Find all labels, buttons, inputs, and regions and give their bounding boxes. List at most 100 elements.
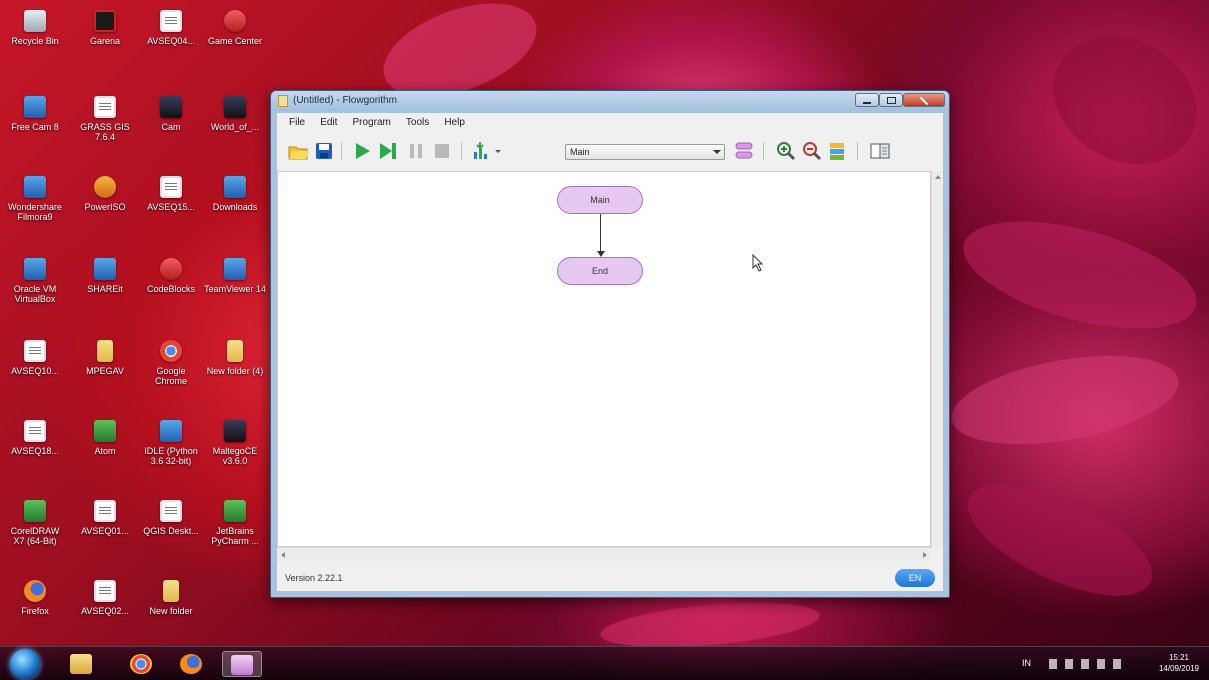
chrome-icon — [130, 654, 152, 674]
maximize-button[interactable] — [879, 93, 903, 107]
flowchart-main-node[interactable]: Main — [557, 186, 643, 214]
desktop-icon-poweriso[interactable]: PowerISO — [74, 176, 136, 212]
menu-edit[interactable]: Edit — [314, 113, 343, 128]
desktop-icon-label: QGIS Deskt... — [143, 526, 199, 536]
maximize-icon — [886, 97, 896, 104]
desktop-icon-pycharm[interactable]: JetBrains PyCharm ... — [204, 500, 266, 546]
folder-icon — [163, 580, 179, 602]
document-icon — [24, 420, 46, 442]
video-editor-icon — [24, 176, 46, 198]
taskbar-flowgorithm[interactable] — [222, 651, 262, 677]
language-button[interactable]: EN — [895, 569, 935, 587]
desktop-icon-virtualbox[interactable]: Oracle VM VirtualBox — [4, 258, 66, 304]
taskbar-chrome[interactable] — [126, 651, 156, 677]
wallpaper-petal — [952, 461, 1168, 619]
toolbar-separator — [461, 142, 462, 160]
folder-icon — [97, 340, 113, 362]
taskbar-firefox[interactable] — [176, 651, 206, 677]
desktop-icon-avseq01[interactable]: AVSEQ01... — [74, 500, 136, 536]
flowchart-canvas[interactable]: Main End — [277, 171, 931, 547]
desktop-icon-avseq10[interactable]: AVSEQ10... — [4, 340, 66, 376]
menu-program[interactable]: Program — [346, 113, 396, 128]
desktop-icon-maltego[interactable]: MaltegoCE v3.6.0 — [204, 420, 266, 466]
vertical-scrollbar[interactable] — [931, 171, 943, 547]
zoom-in-button[interactable] — [775, 140, 797, 162]
close-button[interactable] — [903, 93, 945, 107]
run-button[interactable] — [351, 140, 373, 162]
taskbar-explorer[interactable] — [66, 651, 96, 677]
start-button[interactable] — [10, 649, 40, 679]
share-app-icon — [94, 258, 116, 280]
desktop-icon-free-cam[interactable]: Free Cam 8 — [4, 96, 66, 132]
desktop-icon-new-folder-4[interactable]: New folder (4) — [204, 340, 266, 376]
desktop-icon-new-folder[interactable]: New folder — [140, 580, 202, 616]
variable-watch-dropdown[interactable] — [471, 140, 503, 162]
window-title: (Untitled) - Flowgorithm — [293, 95, 397, 106]
virtualbox-icon — [24, 258, 46, 280]
step-button[interactable] — [377, 140, 399, 162]
desktop-icon-label: AVSEQ04... — [147, 36, 195, 46]
wallpaper-petal — [1030, 10, 1209, 190]
desktop-icon-atom[interactable]: Atom — [74, 420, 136, 456]
desktop-icon-firefox[interactable]: Firefox — [4, 580, 66, 616]
desktop-icon-codeblocks[interactable]: CodeBlocks — [140, 258, 202, 294]
desktop-icon-avseq18[interactable]: AVSEQ18... — [4, 420, 66, 456]
taskbar-clock[interactable]: 15:21 14/09/2019 — [1159, 652, 1199, 674]
desktop-icon-coreldraw[interactable]: CorelDRAW X7 (64-Bit) — [4, 500, 66, 546]
function-select[interactable]: Main — [565, 144, 725, 160]
desktop-icon-avseq02[interactable]: AVSEQ02... — [74, 580, 136, 616]
manage-functions-button[interactable] — [733, 140, 755, 162]
toolbar-separator — [341, 142, 342, 160]
flowgorithm-icon — [231, 655, 253, 675]
desktop-icon-avseq04[interactable]: AVSEQ04... — [140, 10, 202, 46]
toolbar-separator — [857, 142, 858, 160]
menu-file[interactable]: File — [283, 113, 311, 128]
desktop-icon-label: PowerISO — [84, 202, 126, 212]
game-center-icon — [224, 10, 246, 32]
system-tray-icons[interactable] — [1049, 659, 1129, 669]
desktop-icon-grass-gis[interactable]: GRASS GIS 7.6.4 — [74, 96, 136, 142]
desktop-icon-label: Game Center — [207, 36, 263, 46]
stop-button[interactable] — [431, 140, 453, 162]
wallpaper-petal — [952, 200, 1208, 350]
desktop-icon-downloads[interactable]: Downloads — [204, 176, 266, 212]
desktop-icon-recycle-bin[interactable]: Recycle Bin — [4, 10, 66, 46]
desktop-icon-game-center[interactable]: Game Center — [204, 10, 266, 46]
window-titlebar[interactable]: (Untitled) - Flowgorithm — [271, 91, 949, 111]
desktop-icon-qgis[interactable]: QGIS Deskt... — [140, 500, 202, 536]
menu-tools[interactable]: Tools — [400, 113, 435, 128]
layout-panel-icon — [870, 143, 890, 159]
desktop-icon-filmora[interactable]: Wondershare Filmora9 — [4, 176, 66, 222]
desktop-icon-idle[interactable]: IDLE (Python 3.6 32-bit) — [140, 420, 202, 466]
desktop-icon-label: AVSEQ10... — [11, 366, 59, 376]
desktop-icon-cam[interactable]: Cam — [140, 96, 202, 132]
desktop-icon-world-of[interactable]: World_of_... — [204, 96, 266, 132]
menu-help[interactable]: Help — [438, 113, 471, 128]
close-icon — [919, 96, 929, 106]
desktop-icon-avseq15[interactable]: AVSEQ15... — [140, 176, 202, 212]
flowgorithm-window[interactable]: (Untitled) - Flowgorithm File Edit Progr… — [270, 90, 950, 598]
document-icon — [160, 176, 182, 198]
desktop-icon-garena[interactable]: Garena — [74, 10, 136, 46]
input-language-indicator[interactable]: IN — [1022, 658, 1031, 668]
desktop-icon-mpegav[interactable]: MPEGAV — [74, 340, 136, 376]
disc-icon — [94, 176, 116, 198]
scroll-right-icon — [923, 552, 927, 558]
desktop-icon-chrome[interactable]: Google Chrome — [140, 340, 202, 386]
save-button[interactable] — [313, 140, 335, 162]
flowchart-connector[interactable] — [600, 214, 601, 256]
open-button[interactable] — [287, 140, 309, 162]
zoom-out-button[interactable] — [801, 140, 823, 162]
desktop-icon-label: Downloads — [212, 202, 258, 212]
toggle-panel-button[interactable] — [869, 140, 891, 162]
flowchart-end-node[interactable]: End — [557, 257, 643, 285]
toolbar-separator — [763, 142, 764, 160]
change-style-button[interactable] — [827, 140, 849, 162]
horizontal-scrollbar[interactable] — [277, 547, 931, 561]
minimize-button[interactable] — [855, 93, 879, 107]
chevron-down-icon — [713, 150, 721, 154]
desktop-icon-shareit[interactable]: SHAREit — [74, 258, 136, 294]
codeblocks-icon — [160, 258, 182, 280]
pause-button[interactable] — [405, 140, 427, 162]
desktop-icon-teamviewer[interactable]: TeamViewer 14 — [204, 258, 266, 294]
